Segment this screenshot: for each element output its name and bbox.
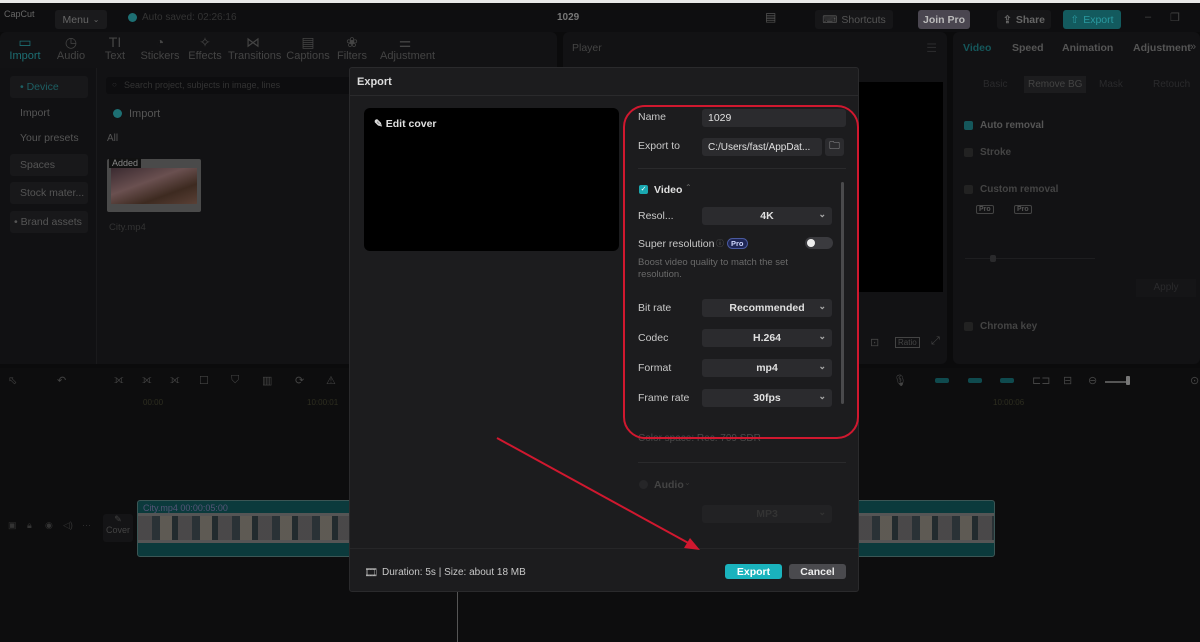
arrow-head — [684, 538, 700, 550]
arrow-annotation — [496, 437, 700, 550]
arrow-line — [496, 437, 693, 546]
